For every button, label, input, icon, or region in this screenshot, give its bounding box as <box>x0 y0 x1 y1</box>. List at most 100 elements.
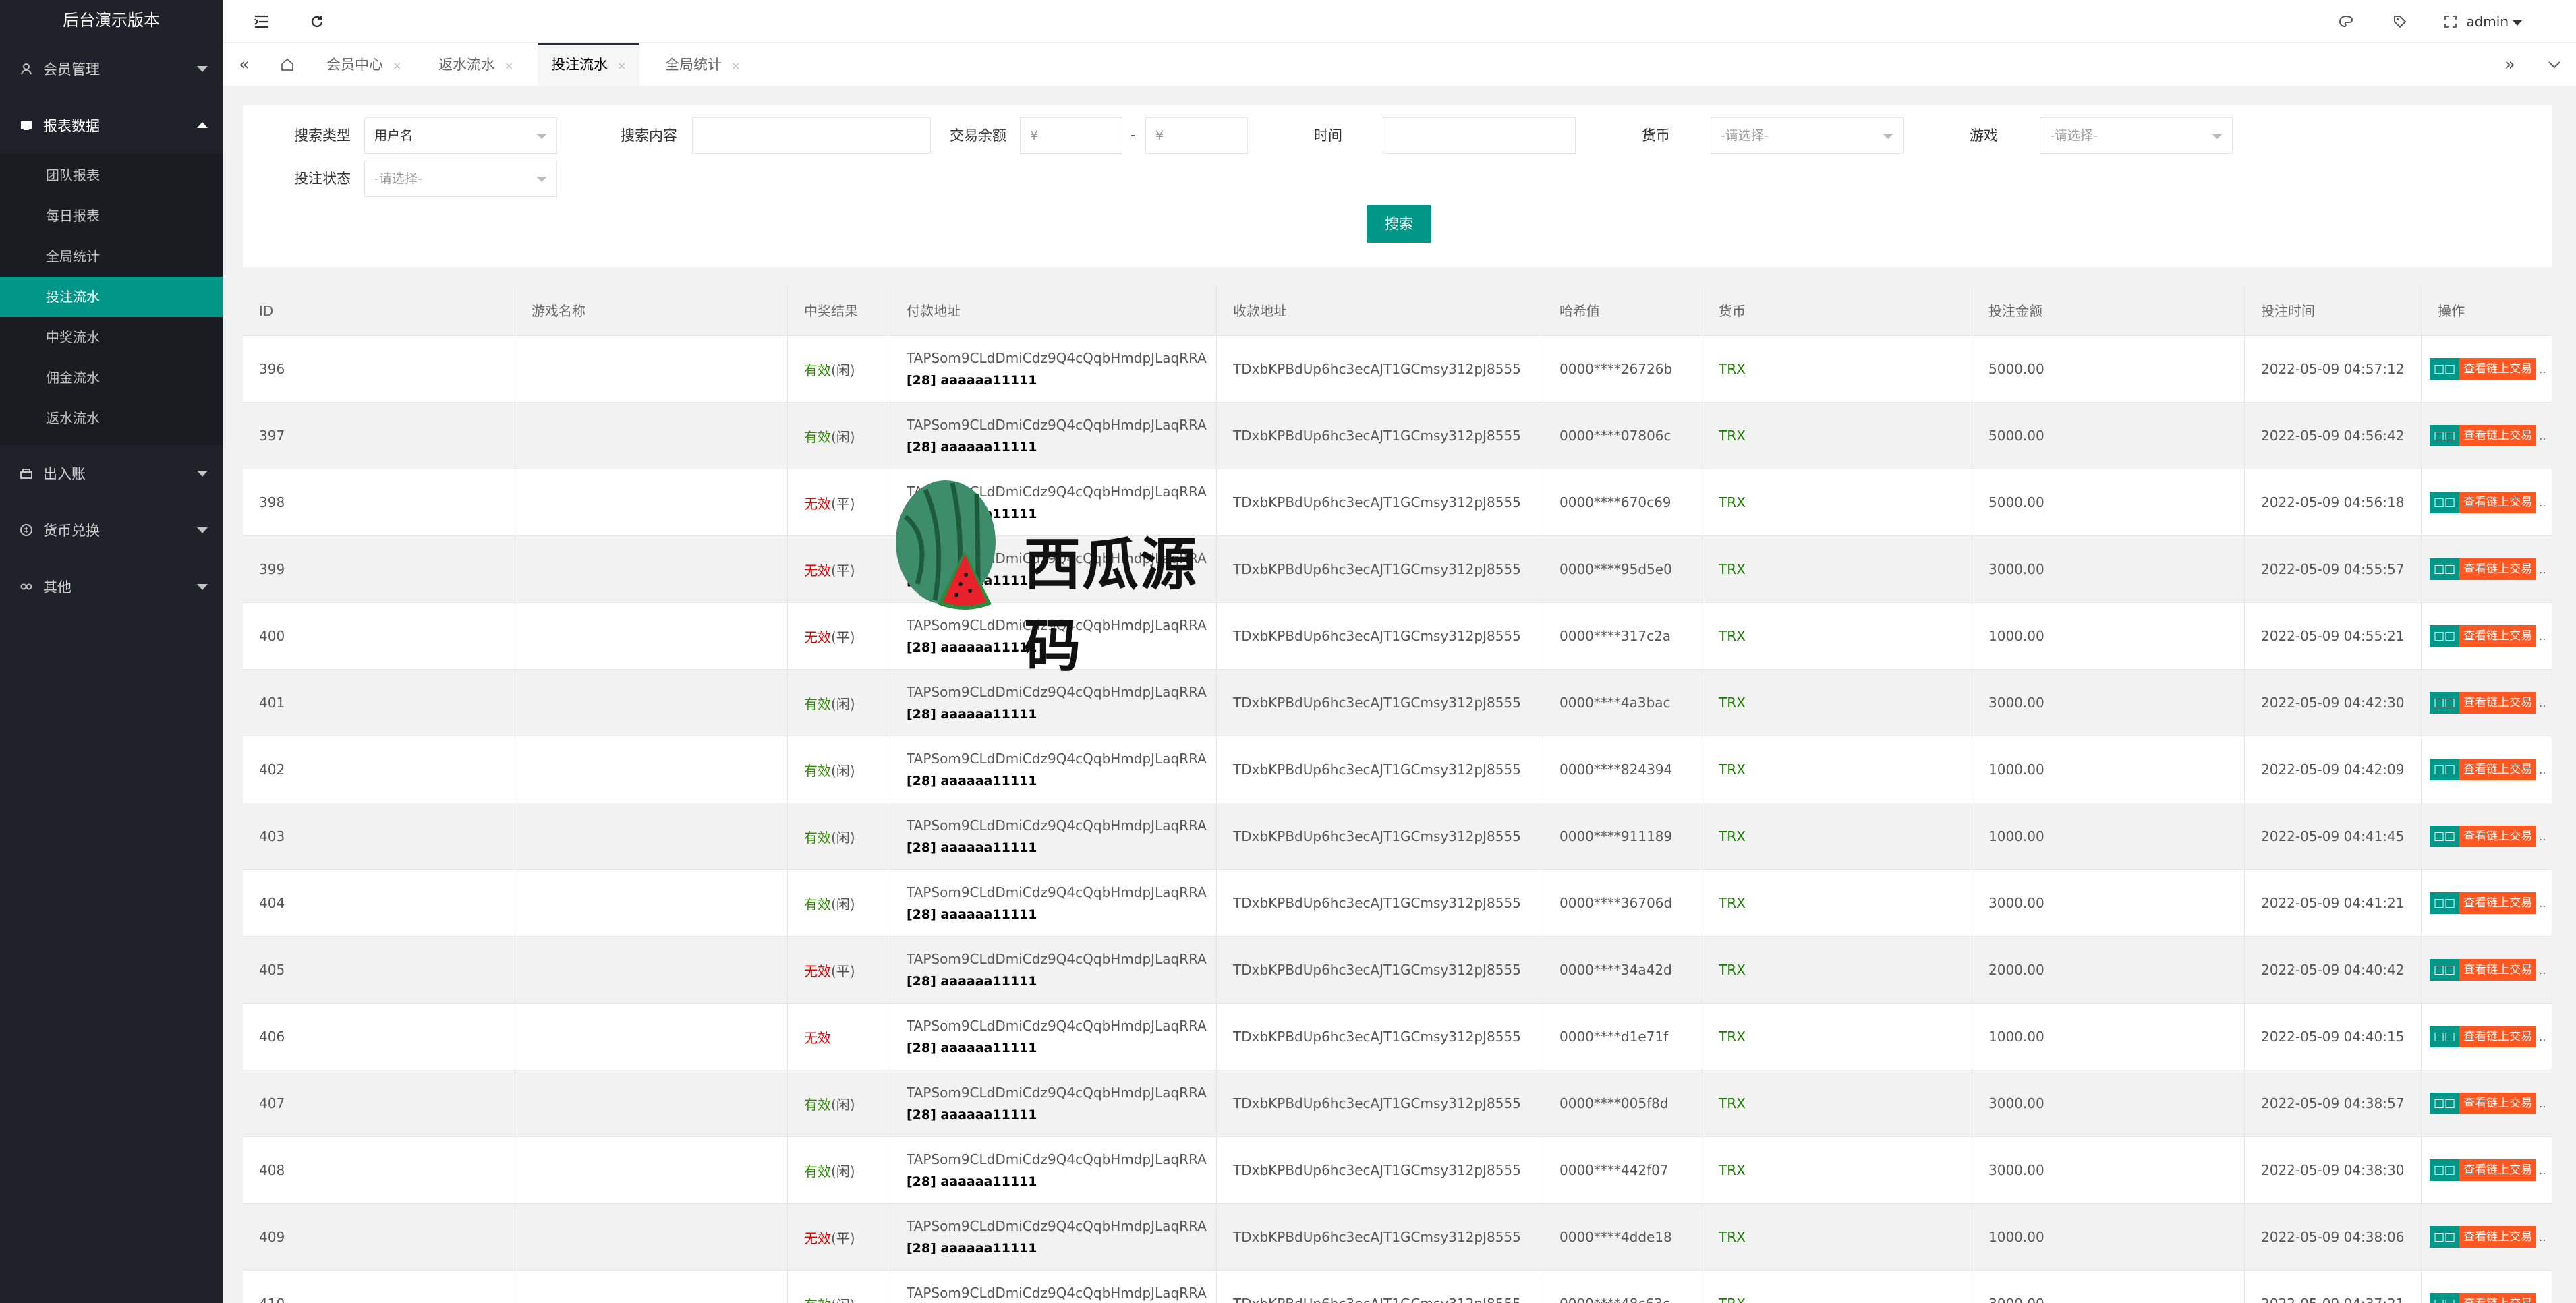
hash-value: 0000****95d5e0 <box>1559 561 1672 577</box>
close-icon[interactable]: × <box>393 59 401 72</box>
view-button[interactable]: □□ <box>2430 692 2460 714</box>
cell-hash: 0000****26726b <box>1543 336 1702 402</box>
view-button[interactable]: □□ <box>2430 892 2460 914</box>
close-icon[interactable]: × <box>617 59 626 72</box>
home-icon[interactable] <box>266 43 309 86</box>
view-chain-tx-button[interactable]: 查看链上交易 <box>2459 425 2537 446</box>
cell-pay-address: TAPSom9CLdDmiCdz9Q4cQqbHmdpJLaqRRA [28] a… <box>890 1070 1217 1136</box>
view-button[interactable]: □□ <box>2430 959 2460 981</box>
search-button[interactable]: 搜索 <box>1367 205 1431 243</box>
more-actions[interactable]: .. <box>2539 1298 2546 1303</box>
cell-coin: TRX <box>1702 1137 1972 1203</box>
more-actions[interactable]: .. <box>2539 1164 2546 1177</box>
tab-rebate-flow[interactable]: 返水流水 × <box>425 43 527 86</box>
table-row: 399 无效 (平) TAPSom9CLdDmiCdz9Q4cQqbHmdpJLaqR… <box>243 536 2552 603</box>
sidebar-item-bet-flow[interactable]: 投注流水 <box>0 277 223 317</box>
view-button[interactable]: □□ <box>2430 1293 2460 1303</box>
nav-group-report[interactable]: 报表数据 <box>0 97 223 154</box>
sidebar-item-global-stats[interactable]: 全局统计 <box>0 236 223 277</box>
view-chain-tx-button[interactable]: 查看链上交易 <box>2459 1293 2537 1303</box>
tab-bet-flow[interactable]: 投注流水 × <box>538 43 640 86</box>
bet-time: 2022-05-09 04:41:21 <box>2261 895 2405 911</box>
pay-address: TAPSom9CLdDmiCdz9Q4cQqbHmdpJLaqRRA <box>907 751 1207 767</box>
more-actions[interactable]: .. <box>2539 363 2546 376</box>
bet-amount: 1000.00 <box>1988 761 2044 778</box>
view-chain-tx-button[interactable]: 查看链上交易 <box>2459 1226 2537 1248</box>
more-actions[interactable]: .. <box>2539 563 2546 576</box>
sidebar-item-rebate-flow[interactable]: 返水流水 <box>0 398 223 438</box>
more-actions[interactable]: .. <box>2539 1231 2546 1244</box>
view-button[interactable]: □□ <box>2430 759 2460 780</box>
view-chain-tx-button[interactable]: 查看链上交易 <box>2459 625 2537 647</box>
refresh-icon[interactable] <box>305 9 329 34</box>
view-button[interactable]: □□ <box>2430 1159 2460 1181</box>
balance-max-input[interactable]: ¥ <box>1145 117 1248 154</box>
view-chain-tx-button[interactable]: 查看链上交易 <box>2459 826 2537 847</box>
view-button[interactable]: □□ <box>2430 492 2460 513</box>
view-button[interactable]: □□ <box>2430 1026 2460 1047</box>
search-type-select[interactable]: 用户名 <box>364 117 557 154</box>
pay-address: TAPSom9CLdDmiCdz9Q4cQqbHmdpJLaqRRA <box>907 484 1207 500</box>
sidebar-item-commission-flow[interactable]: 佣金流水 <box>0 357 223 398</box>
bet-status-select[interactable]: -请选择- <box>364 161 557 197</box>
view-chain-tx-button[interactable]: 查看链上交易 <box>2459 959 2537 981</box>
more-actions[interactable]: .. <box>2539 430 2546 442</box>
tag-icon[interactable] <box>2389 11 2411 32</box>
more-actions[interactable]: .. <box>2539 830 2546 843</box>
view-chain-tx-button[interactable]: 查看链上交易 <box>2459 558 2537 580</box>
sidebar-item-daily-report[interactable]: 每日报表 <box>0 196 223 236</box>
tab-global-stats[interactable]: 全局统计 × <box>652 43 753 86</box>
nav-group-currency[interactable]: 货币兑换 <box>0 502 223 558</box>
recv-address: TDxbKPBdUp6hc3ecAJT1GCmsy312pJ8555 <box>1233 1095 1521 1111</box>
view-chain-tx-button[interactable]: 查看链上交易 <box>2459 892 2537 914</box>
view-button[interactable]: □□ <box>2430 1226 2460 1248</box>
nav-group-transfer[interactable]: 出入账 <box>0 445 223 502</box>
search-content-input[interactable] <box>692 117 931 154</box>
pay-address: TAPSom9CLdDmiCdz9Q4cQqbHmdpJLaqRRA <box>907 1018 1207 1034</box>
menu-toggle-icon[interactable] <box>250 9 274 34</box>
view-button[interactable]: □□ <box>2430 826 2460 847</box>
view-chain-tx-button[interactable]: 查看链上交易 <box>2459 759 2537 780</box>
view-chain-tx-button[interactable]: 查看链上交易 <box>2459 1026 2537 1047</box>
cell-game <box>515 937 788 1003</box>
bet-time: 2022-05-09 04:55:57 <box>2261 561 2405 577</box>
balance-min-input[interactable]: ¥ <box>1020 117 1122 154</box>
double-chevron-left-icon[interactable]: « <box>223 43 266 86</box>
more-actions[interactable]: .. <box>2539 897 2546 910</box>
view-button[interactable]: □□ <box>2430 1093 2460 1114</box>
currency-select[interactable]: -请选择- <box>1711 117 1904 154</box>
pay-user: [28] aaaaaa11111 <box>907 1107 1037 1122</box>
more-actions[interactable]: .. <box>2539 630 2546 643</box>
more-actions[interactable]: .. <box>2539 697 2546 710</box>
chevron-down-icon[interactable] <box>2533 43 2576 86</box>
sidebar-item-win-flow[interactable]: 中奖流水 <box>0 317 223 357</box>
view-button[interactable]: □□ <box>2430 625 2460 647</box>
more-actions[interactable]: .. <box>2539 1031 2546 1043</box>
view-chain-tx-button[interactable]: 查看链上交易 <box>2459 692 2537 714</box>
view-chain-tx-button[interactable]: 查看链上交易 <box>2459 1093 2537 1114</box>
close-icon[interactable]: × <box>731 59 740 72</box>
nav-group-member[interactable]: 会员管理 <box>0 40 223 97</box>
view-chain-tx-button[interactable]: 查看链上交易 <box>2459 1159 2537 1181</box>
view-button[interactable]: □□ <box>2430 358 2460 380</box>
more-actions[interactable]: .. <box>2539 1097 2546 1110</box>
nav-group-other[interactable]: 其他 <box>0 558 223 615</box>
double-chevron-right-icon[interactable]: » <box>2488 43 2531 86</box>
more-actions[interactable]: .. <box>2539 964 2546 977</box>
coin: TRX <box>1719 628 1746 644</box>
view-button[interactable]: □□ <box>2430 425 2460 446</box>
view-button[interactable]: □□ <box>2430 558 2460 580</box>
close-icon[interactable]: × <box>505 59 513 72</box>
game-select[interactable]: -请选择- <box>2040 117 2233 154</box>
view-chain-tx-button[interactable]: 查看链上交易 <box>2459 358 2537 380</box>
sidebar-item-team-report[interactable]: 团队报表 <box>0 155 223 196</box>
tab-member-center[interactable]: 会员中心 × <box>313 43 415 86</box>
view-chain-tx-button[interactable]: 查看链上交易 <box>2459 492 2537 513</box>
theme-icon[interactable] <box>2335 11 2357 32</box>
user-menu[interactable]: admin <box>2466 11 2522 32</box>
fullscreen-icon[interactable] <box>2440 11 2461 32</box>
bet-amount: 1000.00 <box>1988 828 2044 844</box>
more-actions[interactable]: .. <box>2539 496 2546 509</box>
time-input[interactable] <box>1383 117 1576 154</box>
more-actions[interactable]: .. <box>2539 763 2546 776</box>
